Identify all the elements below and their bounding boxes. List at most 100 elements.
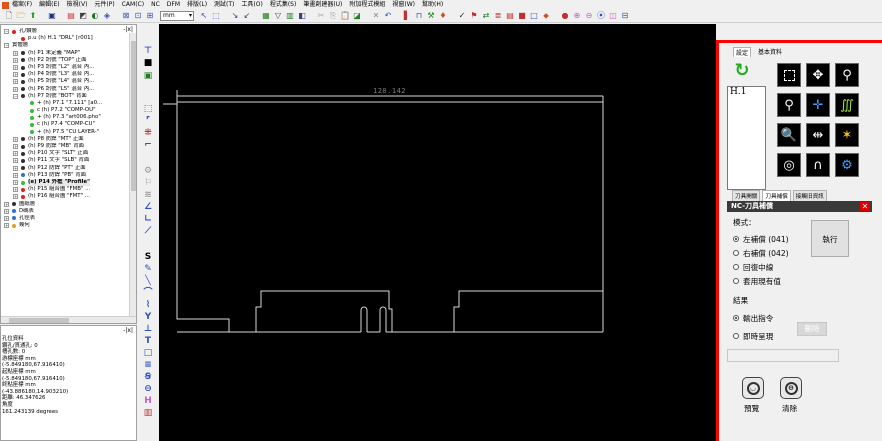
layer-color-icon[interactable] (12, 29, 16, 34)
tree-expand-toggle[interactable]: + (13, 144, 18, 149)
tree-expand-toggle[interactable]: + (13, 187, 18, 193)
tab-tool-compensation[interactable]: 刀具補償 (762, 190, 791, 201)
mode-right-label[interactable]: 右補償 (042) (743, 248, 789, 259)
layer-color-icon[interactable] (21, 137, 25, 142)
mode-left-label[interactable]: 左補償 (041) (743, 234, 789, 245)
tree-item[interactable]: + (h) P3 訊號 "L2" 混合 內... (1, 64, 129, 71)
tree-vertical-scrollbar[interactable] (129, 33, 136, 317)
component-icon[interactable]: ◫ (608, 11, 618, 21)
tree-item[interactable]: + (h) P15 組合圖 "FMB" ... (1, 186, 129, 193)
tree-expand-toggle[interactable]: + (13, 86, 18, 92)
menu-dfm[interactable]: DFM (167, 0, 180, 10)
tree-expand-toggle[interactable]: + (4, 215, 9, 221)
fill-icon[interactable]: ■ (517, 11, 527, 21)
tree-item[interactable]: − 孔/鑽層 (1, 28, 129, 35)
tree-expand-toggle[interactable]: − (4, 29, 9, 34)
tool-path-icon[interactable]: ♦ (438, 11, 448, 21)
layers-icon[interactable]: ◈ (102, 11, 112, 21)
tree-item[interactable]: c (h) P7.4 "COMP-CU" (1, 121, 129, 128)
tree-item[interactable]: − (h) P7 訊號 "BOT" 背面 (1, 93, 129, 100)
zoom-window-icon[interactable]: ⊞ (145, 11, 155, 21)
tree-expand-toggle[interactable]: + (13, 194, 18, 200)
tool-list[interactable]: H.1 (727, 86, 766, 190)
layer-color-icon[interactable] (21, 173, 25, 178)
panel-icon[interactable]: ▤ (505, 11, 515, 21)
tree-horizontal-scrollbar[interactable] (1, 316, 136, 323)
snap-icon[interactable]: ↘ (230, 11, 240, 21)
tree-item[interactable]: + 幾何 (1, 222, 129, 229)
move-tool-button[interactable]: ✥ (806, 63, 830, 87)
tree-item[interactable]: + (h) P7.5 "CU LAYER-" (1, 129, 129, 136)
green-layer-icon[interactable]: ▣ (142, 71, 154, 81)
menu-stroke-builder[interactable]: 筆畫創建器(U) (303, 0, 342, 10)
connect-icon[interactable]: ⦿ (596, 11, 606, 21)
stripes-icon[interactable]: ▥ (142, 408, 154, 418)
tree-expand-toggle[interactable]: + (13, 72, 18, 78)
hatch-icon[interactable]: ≋ (142, 190, 154, 200)
result-output-label[interactable]: 輸出指令 (743, 313, 773, 324)
align-icon[interactable]: ⊤ (142, 46, 154, 56)
tree-item[interactable]: + (h) P16 組合圖 "FMT" ... (1, 193, 129, 200)
paste-icon[interactable]: 📋 (340, 11, 350, 21)
target-tool-button[interactable]: ✛ (806, 93, 830, 117)
tree-item[interactable]: + 孔徑表 (1, 215, 129, 222)
cam-settings-icon[interactable]: ◐ (90, 11, 100, 21)
tree-expand-toggle[interactable]: − (13, 93, 18, 99)
menu-nc[interactable]: NC (151, 0, 160, 10)
result-output-radio[interactable] (733, 315, 739, 321)
print-preview-icon[interactable]: ◩ (78, 11, 88, 21)
delete-icon[interactable]: ✕ (371, 11, 381, 21)
black-fill-icon[interactable]: ■ (142, 58, 154, 68)
line-icon[interactable]: ╲ (142, 276, 154, 286)
marquee-tool-button[interactable] (777, 63, 801, 87)
menu-view[interactable]: 檢視(V) (67, 0, 88, 10)
inspect-tool-button[interactable]: 🔍 (777, 123, 801, 147)
tree-expand-toggle[interactable]: + (13, 172, 18, 178)
angle2-icon[interactable]: ∟ (142, 214, 154, 224)
print-icon[interactable]: ▤ (66, 11, 76, 21)
tree-expand-toggle[interactable]: + (13, 179, 18, 185)
tree-item[interactable]: + D碼表 (1, 208, 129, 215)
hatch-tool-button[interactable]: ∭ (835, 93, 859, 117)
import-icon[interactable]: ⬆ (28, 11, 38, 21)
rect-icon[interactable]: □ (142, 348, 154, 358)
route-icon[interactable]: ⊓ (414, 11, 424, 21)
layer-color-icon[interactable] (21, 94, 25, 99)
tree-expand-toggle[interactable]: + (13, 79, 18, 85)
circle-target-tool-button[interactable]: ◎ (777, 153, 801, 177)
tree-expand-toggle[interactable]: + (4, 201, 9, 207)
compare-icon[interactable]: ⇄ (481, 11, 491, 21)
tree-expand-toggle[interactable]: + (13, 64, 18, 70)
mode-left-radio[interactable] (733, 236, 739, 242)
mark-icon[interactable]: ● (560, 11, 570, 21)
tree-item[interactable]: + (h) P13 防銲 "PB" 背面 (1, 172, 129, 179)
menu-edit[interactable]: 編輯(E) (39, 0, 59, 10)
new-file-icon[interactable]: 🗋 (4, 11, 14, 21)
select-area-icon[interactable]: ⬚ (211, 11, 221, 21)
clone-icon[interactable]: ◪ (352, 11, 362, 21)
layer-color-icon[interactable] (21, 72, 25, 77)
tree-item[interactable]: + (h) P2 訊號 "TOP" 正面 (1, 57, 129, 64)
tree-expand-toggle[interactable]: + (13, 158, 18, 164)
tool-table-icon[interactable]: ⚒ (426, 11, 436, 21)
tree-expand-toggle[interactable]: − (4, 43, 9, 49)
tree-item[interactable]: p.u (h) H.1 "DRL" [r001] (1, 35, 129, 42)
magic-tool-button[interactable]: ✶ (835, 123, 859, 147)
tree-expand-toggle[interactable]: + (13, 151, 18, 157)
arc-icon[interactable]: ⌒ (142, 288, 154, 298)
tool-list-item[interactable]: H.1 (728, 87, 765, 97)
tree-item[interactable]: + (h) P1 未定義 "MAP" (1, 50, 129, 57)
save-icon[interactable]: ▣ (47, 11, 57, 21)
menu-tools[interactable]: 工具(O) (241, 0, 262, 10)
layer-color-icon[interactable] (21, 79, 25, 84)
pin-tool-button[interactable]: ⚲ (777, 93, 801, 117)
s-shape-icon[interactable]: Ꞩ (142, 372, 154, 382)
menu-file[interactable]: 檔案(F) (12, 0, 32, 10)
tree-expand-toggle[interactable]: + (4, 208, 9, 214)
layer-color-icon[interactable] (12, 202, 16, 207)
menu-programs[interactable]: 程式集(S) (270, 0, 297, 10)
tree-hscroll-thumb[interactable] (9, 318, 69, 323)
circle-minus-icon[interactable]: ⊖ (142, 384, 154, 394)
tab-settings[interactable]: 設定 (733, 47, 752, 57)
mode-apply-label[interactable]: 套用現有值 (743, 276, 781, 287)
